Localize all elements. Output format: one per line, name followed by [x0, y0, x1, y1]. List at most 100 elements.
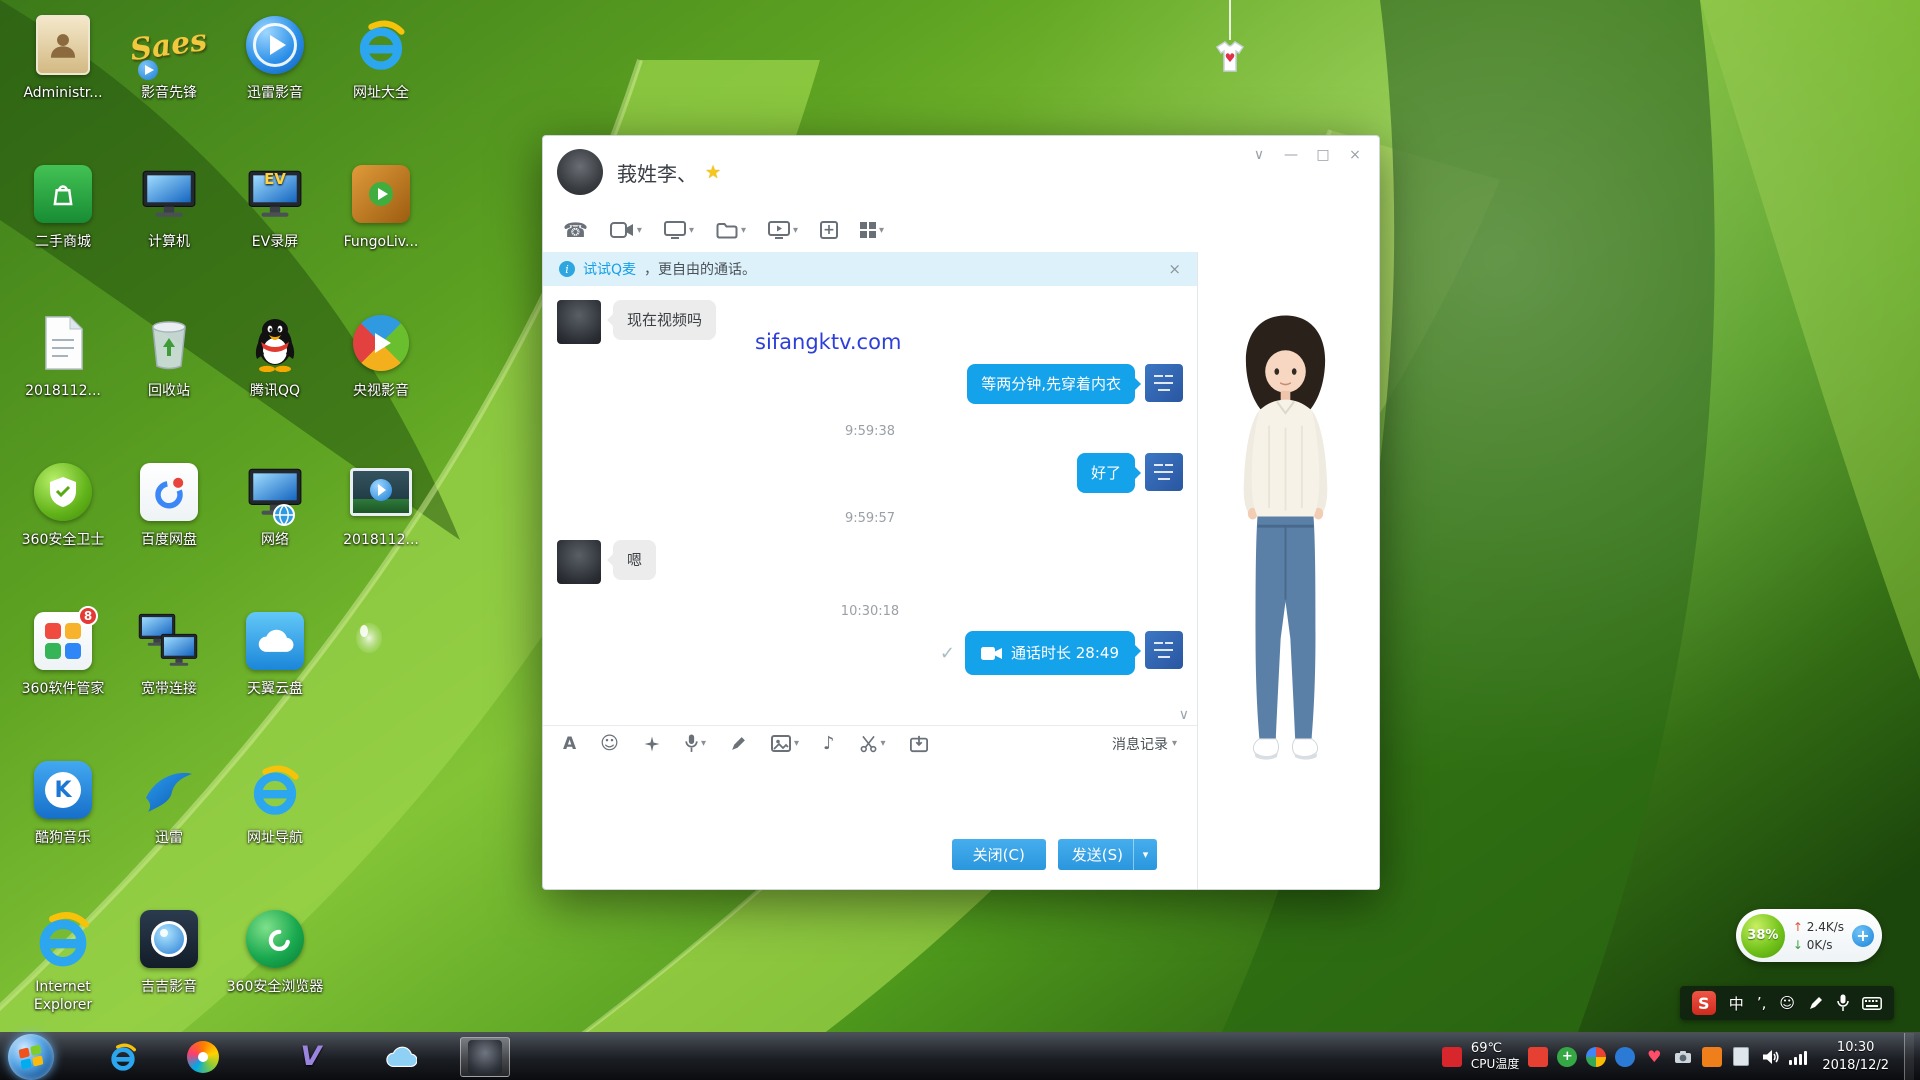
font-style-icon[interactable]: A [563, 734, 576, 754]
self-avatar[interactable] [1145, 453, 1183, 491]
desktop-icon-cbox[interactable]: 央视影音 [328, 306, 434, 400]
desktop-icon-fungolive[interactable]: FungoLiv... [328, 157, 434, 251]
desktop-icon-broadband[interactable]: 宽带连接 [116, 604, 222, 698]
chat-avatar-thumbnail [468, 1040, 502, 1074]
tray-icon-antivirus[interactable]: + [1557, 1047, 1577, 1067]
desktop-icon-360-manager[interactable]: 8 360软件管家 [10, 604, 116, 698]
tray-icon-download[interactable] [1702, 1047, 1722, 1067]
desktop-icon-jiji-player[interactable]: 吉吉影音 [116, 902, 222, 996]
desktop-icon-kugou[interactable]: K 酷狗音乐 [10, 753, 116, 847]
ime-handwrite-icon[interactable] [1808, 995, 1824, 1011]
desktop-icon-secondhand-mall[interactable]: 二手商城 [10, 157, 116, 251]
desktop-icon-360-browser[interactable]: 360安全浏览器 [222, 902, 328, 996]
maximize-button[interactable]: □ [1307, 142, 1339, 168]
tray-icon-netdisk[interactable] [1615, 1047, 1635, 1067]
ime-emoji-icon[interactable]: ☺ [1779, 994, 1795, 1012]
screen-share-icon[interactable]: ▾ [664, 221, 694, 239]
peer-avatar[interactable] [557, 300, 601, 344]
desktop-icon-360-safe[interactable]: 360安全卫士 [10, 455, 116, 549]
send-button[interactable]: 发送(S) ▾ [1058, 839, 1157, 870]
desktop-icon-qq[interactable]: 腾讯QQ [222, 306, 328, 400]
taskbar-clock[interactable]: 10:30 2018/12/2 [1816, 1039, 1895, 1074]
tshirt-charm[interactable]: ♥ [1206, 0, 1254, 84]
message-input[interactable] [543, 761, 1197, 829]
voice-message-icon[interactable]: ▾ [685, 734, 706, 753]
desktop-icon-thunder[interactable]: 迅雷 [116, 753, 222, 847]
desktop-icon-ev-recorder[interactable]: EV EV录屏 [222, 157, 328, 251]
notice-close-icon[interactable]: × [1168, 260, 1181, 278]
ime-language-toggle[interactable]: 中 [1729, 993, 1744, 1014]
taskbar-sogou-browser[interactable] [178, 1037, 228, 1077]
emoji-icon[interactable]: ☺ [600, 733, 619, 754]
taskbar-cloud-drive[interactable] [376, 1037, 426, 1077]
qq-show-panel[interactable] [1197, 252, 1379, 889]
memory-ball[interactable]: 38% [1741, 914, 1785, 958]
music-icon[interactable]: ♪ [823, 733, 835, 754]
ime-keyboard-icon[interactable] [1862, 997, 1882, 1010]
ime-punctuation-toggle[interactable]: ’, [1757, 994, 1767, 1012]
send-file-icon[interactable]: ▾ [716, 222, 746, 239]
ime-voice-icon[interactable] [1837, 994, 1849, 1012]
scroll-down-icon[interactable]: ∨ [1179, 707, 1189, 723]
desktop-icon-network[interactable]: 网络 [222, 455, 328, 549]
qmic-link[interactable]: 试试Q麦 [583, 259, 636, 279]
tray-icon-browser[interactable] [1586, 1047, 1606, 1067]
dropdown-icon: ▾ [879, 225, 884, 236]
accelerate-button[interactable]: + [1852, 925, 1874, 947]
peer-avatar[interactable] [557, 149, 603, 195]
sogou-logo-icon[interactable]: S [1692, 991, 1716, 1015]
more-apps-icon[interactable]: ▾ [860, 222, 884, 238]
create-group-icon[interactable]: + [820, 221, 838, 239]
magic-emoji-icon[interactable] [643, 735, 661, 753]
close-button[interactable]: × [1339, 142, 1371, 168]
tray-icon-security[interactable] [1528, 1047, 1548, 1067]
send-options-arrow[interactable]: ▾ [1133, 839, 1157, 870]
volume-icon[interactable] [1760, 1047, 1780, 1067]
minimize-button[interactable]: — [1275, 142, 1307, 168]
desktop-icon-computer[interactable]: 计算机 [116, 157, 222, 251]
tray-icon-clipboard[interactable] [1731, 1047, 1751, 1067]
message-box-icon[interactable] [910, 735, 928, 753]
tray-icon-hot[interactable] [1442, 1047, 1462, 1067]
desktop-icon-url-collection[interactable]: 网址大全 [328, 8, 434, 102]
desktop-icon-baidu-netdisk[interactable]: 百度网盘 [116, 455, 222, 549]
self-avatar[interactable] [1145, 364, 1183, 402]
net-speed-widget[interactable]: 38% ↑ 2.4K/s ↓ 0K/s + [1736, 909, 1882, 962]
desktop-icon-internet-explorer[interactable]: Internet Explorer [10, 902, 116, 1014]
video-call-icon[interactable]: ▾ [610, 221, 642, 239]
tray-icon-heart[interactable]: ♥ [1644, 1047, 1664, 1067]
screenshot-icon[interactable]: ▾ [859, 734, 886, 753]
close-chat-button[interactable]: 关闭(C) [952, 839, 1046, 870]
remote-demo-icon[interactable]: ▾ [768, 221, 798, 239]
desktop-icon-label: 回收站 [148, 382, 190, 400]
desktop-icon-recycle-bin[interactable]: 回收站 [116, 306, 222, 400]
send-image-icon[interactable]: ▾ [771, 735, 799, 752]
voice-call-icon[interactable]: ☎ [563, 218, 588, 242]
desktop-icon-cloud189[interactable]: 天翼云盘 [222, 604, 328, 698]
desktop-icon-label: 360安全卫士 [22, 531, 105, 549]
ev-recorder-icon: EV [246, 157, 304, 231]
desktop-icon-video-file[interactable]: 2018112... [328, 455, 434, 549]
desktop-icon-xunlei-video[interactable]: 迅雷影音 [222, 8, 328, 102]
cpu-temperature: 69℃ CPU温度 [1471, 1041, 1519, 1072]
message-text: 现在视频吗 [627, 311, 702, 329]
network-signal-icon[interactable] [1789, 1049, 1807, 1065]
taskbar-vagaa[interactable]: V [286, 1037, 336, 1077]
start-button[interactable] [8, 1034, 54, 1080]
desktop-icon-administrator[interactable]: Administr... [10, 8, 116, 102]
desktop-icon-label: 网址导航 [247, 829, 303, 847]
window-menu-button[interactable]: ∨ [1243, 142, 1275, 168]
desktop-icon-url-nav[interactable]: 网址导航 [222, 753, 328, 847]
taskbar-qq-chat[interactable] [460, 1037, 510, 1077]
tray-icon-camera[interactable] [1673, 1047, 1693, 1067]
window-titlebar[interactable]: 莪姓李、 ★ ∨ — □ × [543, 136, 1379, 208]
desktop-icon-xfplay[interactable]: Saes 影音先锋 [116, 8, 222, 102]
self-avatar[interactable] [1145, 631, 1183, 669]
message-history-button[interactable]: 消息记录 ▾ [1112, 734, 1177, 754]
desktop-icon-text-document[interactable]: 2018112... [10, 306, 116, 400]
show-desktop-button[interactable] [1904, 1033, 1914, 1080]
baidu-netdisk-icon [140, 455, 198, 529]
peer-avatar[interactable] [557, 540, 601, 584]
taskbar-internet-explorer[interactable] [98, 1037, 148, 1077]
handwriting-icon[interactable] [730, 735, 747, 752]
